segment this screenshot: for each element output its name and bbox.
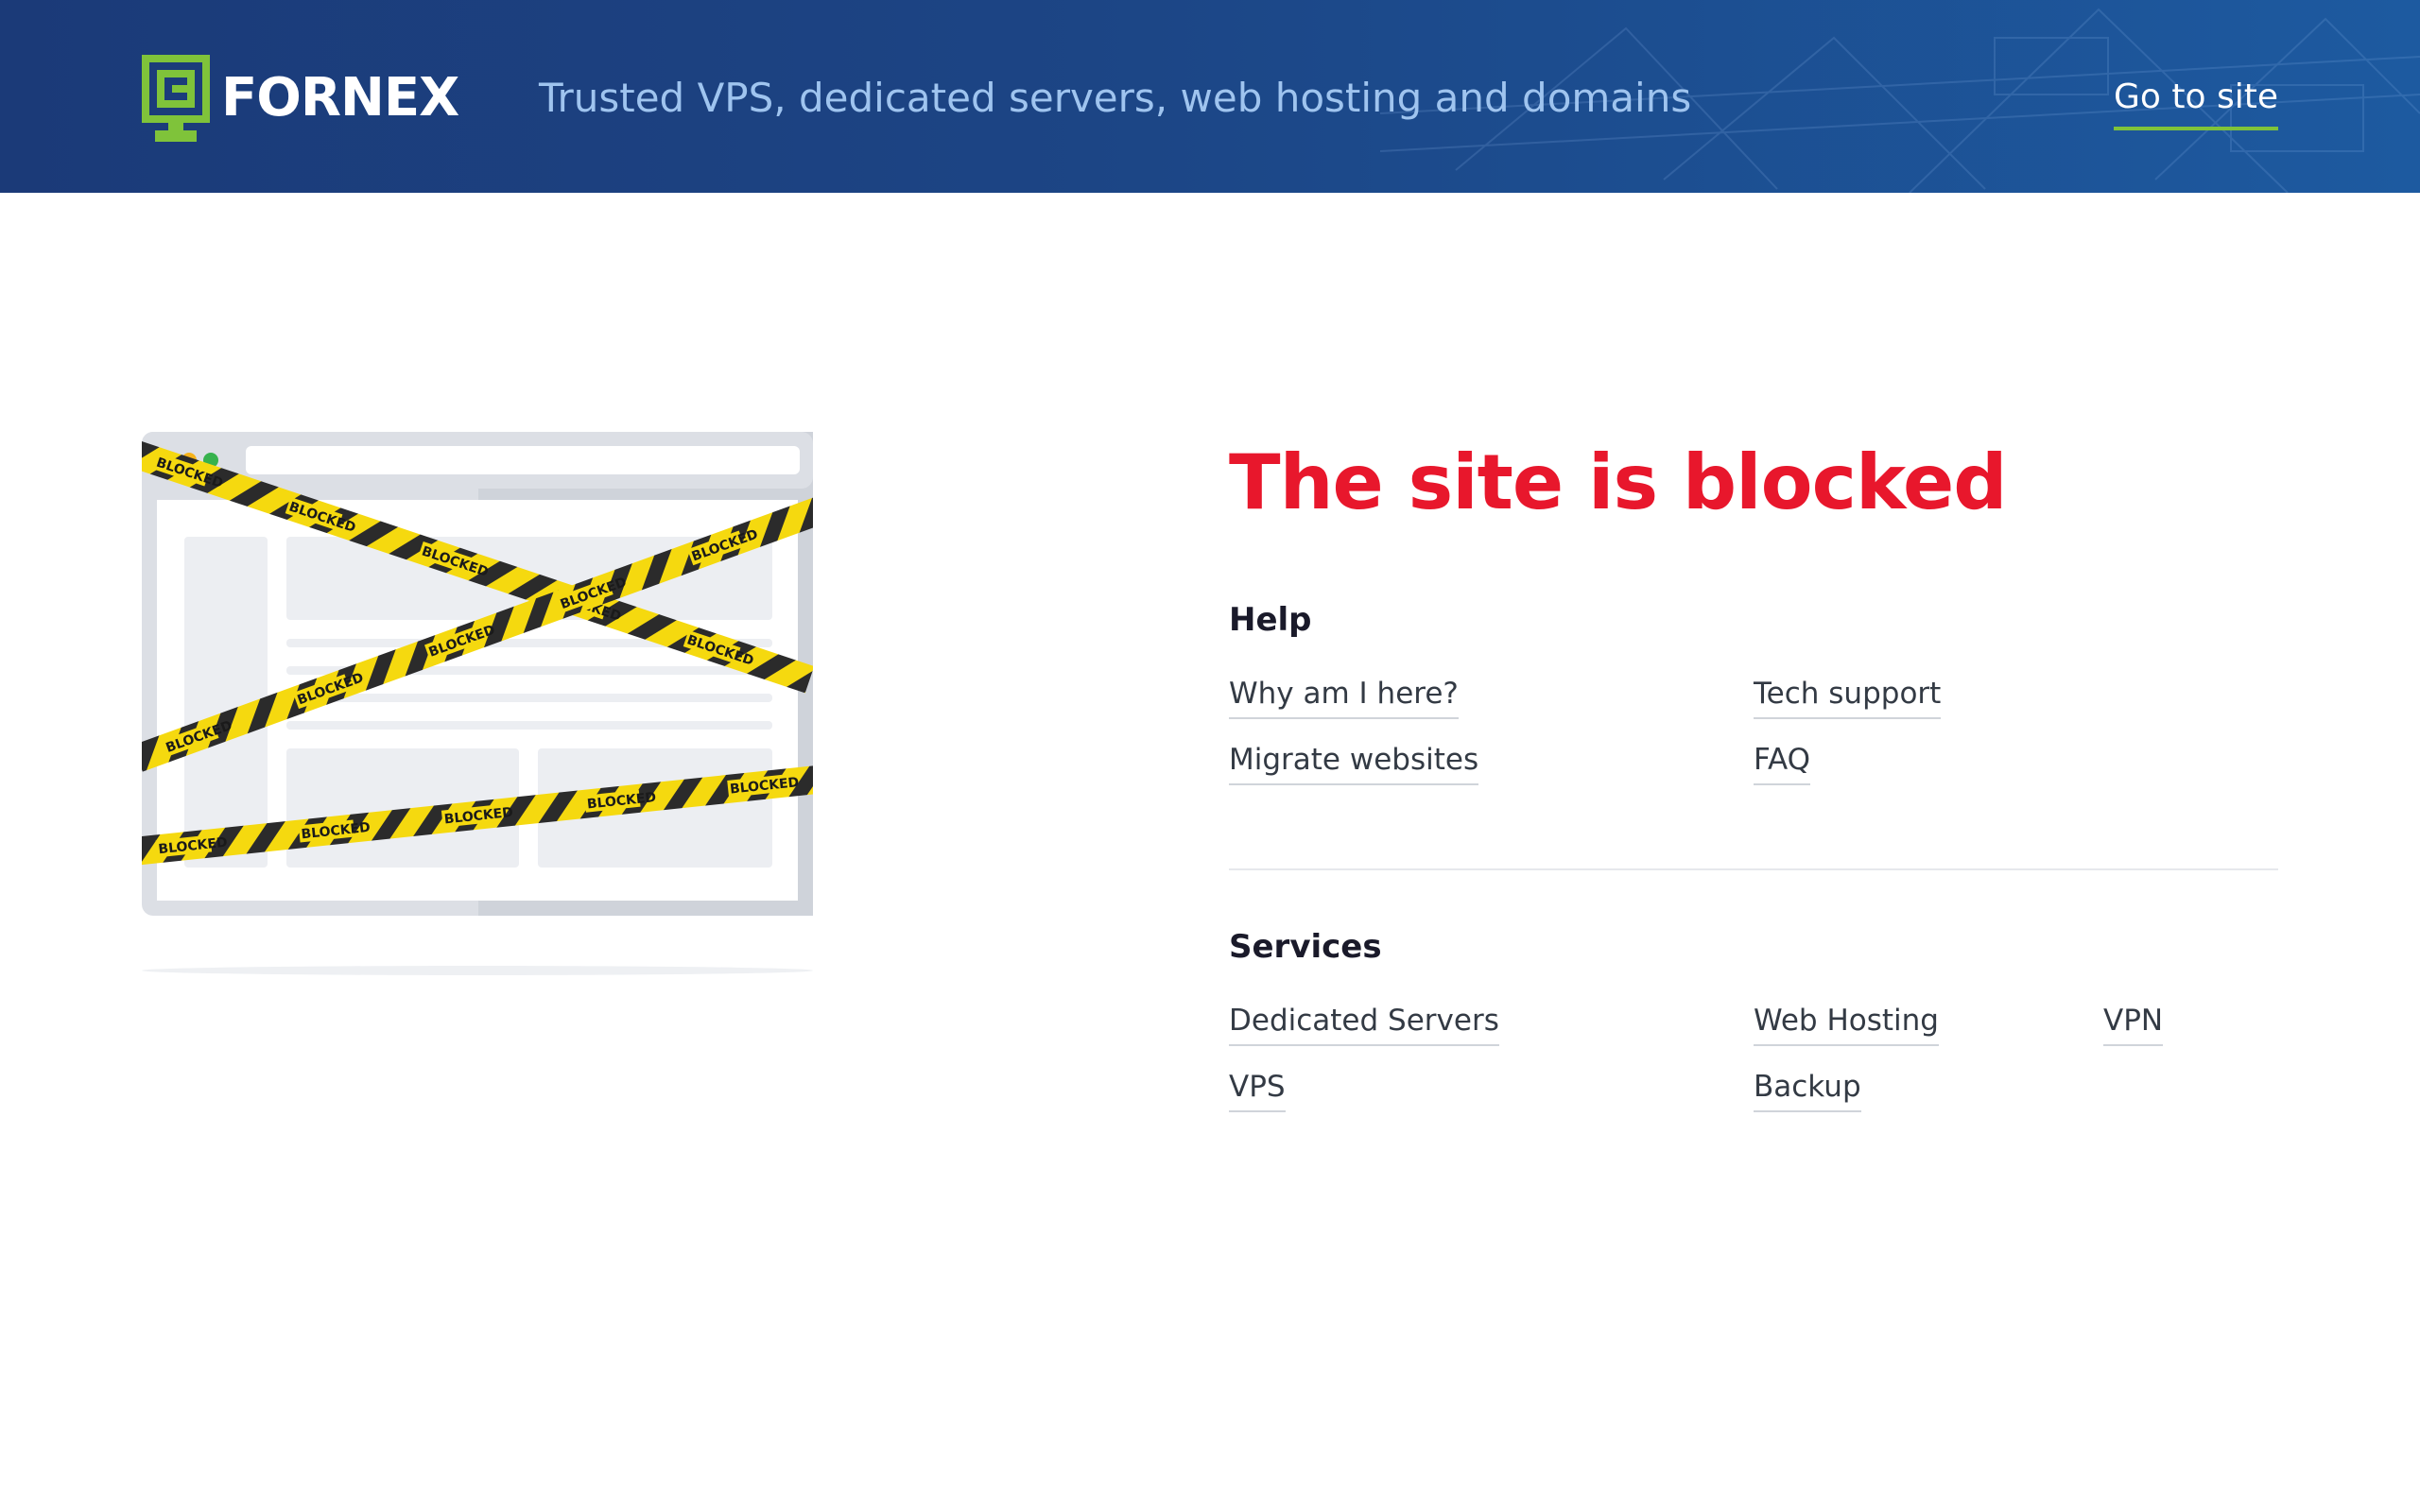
address-bar: [246, 446, 800, 474]
header-tagline: Trusted VPS, dedicated servers, web host…: [539, 75, 1692, 121]
section-divider: [1229, 868, 2278, 870]
help-links: Why am I here? Tech support Migrate webs…: [1229, 674, 2278, 825]
link-tech-support[interactable]: Tech support: [1754, 674, 1942, 719]
services-heading: Services: [1229, 928, 1382, 966]
fornex-logo-icon: [142, 55, 210, 142]
page-title: The site is blocked: [1229, 438, 2008, 526]
services-links: Dedicated Servers Web Hosting VPN VPS Ba…: [1229, 1001, 2278, 1152]
link-why-am-i-here[interactable]: Why am I here?: [1229, 674, 1459, 719]
link-vps[interactable]: VPS: [1229, 1067, 1286, 1112]
blocked-browser-illustration: BLOCKED BLOCKED BLOCKED BLOCKED BLOCKED …: [142, 432, 813, 975]
help-heading: Help: [1229, 601, 1312, 639]
link-web-hosting[interactable]: Web Hosting: [1754, 1001, 1939, 1046]
blocked-content: The site is blocked Help Why am I here? …: [1229, 430, 2278, 1112]
link-backup[interactable]: Backup: [1754, 1067, 1861, 1112]
link-dedicated-servers[interactable]: Dedicated Servers: [1229, 1001, 1499, 1046]
logo-text: FORNEX: [221, 67, 459, 129]
link-migrate-websites[interactable]: Migrate websites: [1229, 740, 1479, 785]
link-faq[interactable]: FAQ: [1754, 740, 1811, 785]
site-header: FORNEX Trusted VPS, dedicated servers, w…: [0, 0, 2420, 193]
go-to-site-link[interactable]: Go to site: [2114, 74, 2278, 130]
fornex-logo[interactable]: FORNEX: [142, 55, 459, 142]
illustration-shadow: [142, 966, 813, 975]
link-vpn[interactable]: VPN: [2103, 1001, 2164, 1046]
